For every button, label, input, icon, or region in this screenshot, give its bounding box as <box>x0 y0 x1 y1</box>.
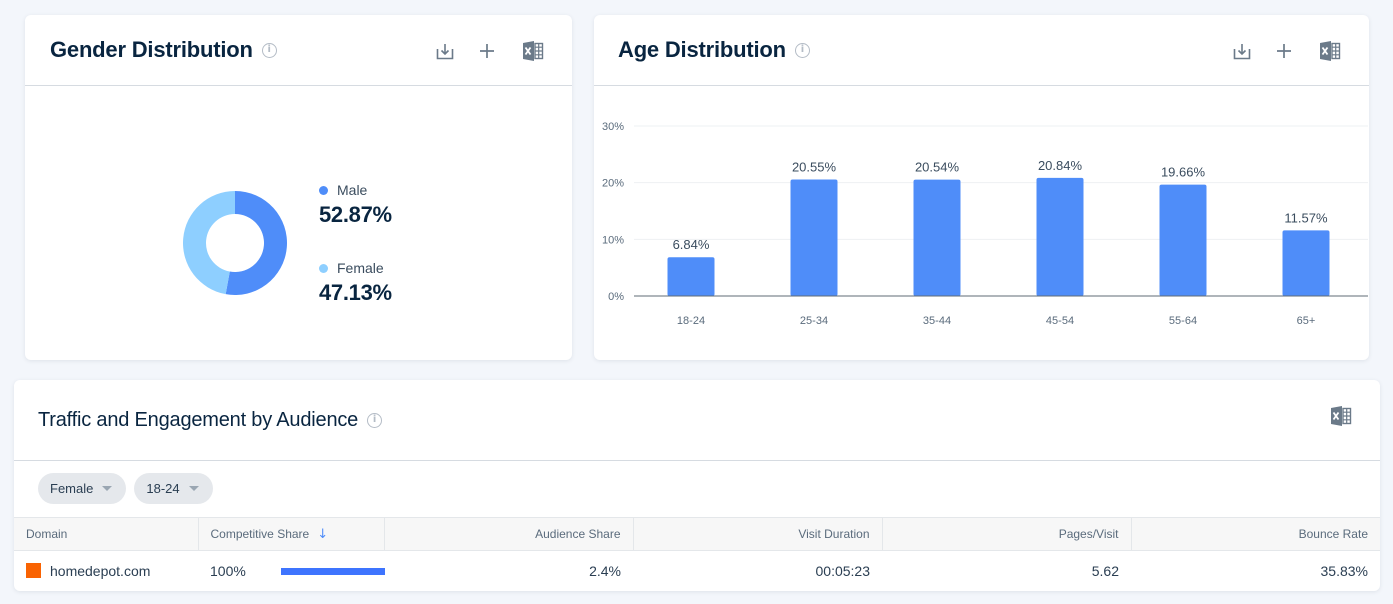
add-to-dashboard-button[interactable] <box>476 40 498 62</box>
traffic-table: Domain Competitive Share ↓ Audience Share… <box>14 517 1380 591</box>
x-tick-label: 35-44 <box>923 315 951 327</box>
male-legend-label: Male <box>337 182 368 198</box>
traffic-engagement-card: Traffic and Engagement by Audience i Fem… <box>14 380 1380 591</box>
domain-link[interactable]: homedepot.com <box>50 563 150 579</box>
export-excel-button[interactable] <box>1319 40 1341 62</box>
competitive-share-cell: 100% <box>198 551 385 591</box>
traffic-card-title: Traffic and Engagement by Audience <box>38 408 359 431</box>
column-header-competitive-share[interactable]: Competitive Share ↓ <box>198 517 385 551</box>
bar-35-44[interactable] <box>913 179 961 296</box>
gender-distribution-card: Gender Distribution i Male 52.87% Female… <box>25 15 572 360</box>
visit-duration-cell: 00:05:23 <box>815 562 871 579</box>
gender-card-actions <box>434 15 544 86</box>
traffic-card-header: Traffic and Engagement by Audience i <box>14 380 1380 461</box>
gender-donut-chart <box>183 191 287 295</box>
y-tick-label: 20% <box>602 178 624 190</box>
excel-icon <box>1331 405 1352 426</box>
age-card-header: Age Distribution i <box>594 15 1369 86</box>
excel-icon <box>1320 40 1341 61</box>
bar-25-34[interactable] <box>790 179 838 296</box>
female-legend-label: Female <box>337 260 384 276</box>
column-header-audience-share[interactable]: Audience Share <box>384 517 634 551</box>
gender-card-title: Gender Distribution <box>50 37 253 62</box>
legend-item-female: Female 47.13% <box>319 260 392 306</box>
y-tick-label: 0% <box>608 291 624 303</box>
export-excel-button[interactable] <box>1330 405 1352 427</box>
bounce-rate-cell: 35.83% <box>1320 562 1368 579</box>
donut-slice-female[interactable] <box>183 191 235 295</box>
column-header-domain[interactable]: Domain <box>14 517 199 551</box>
plus-icon <box>480 43 494 58</box>
bar-55-64[interactable] <box>1159 184 1207 296</box>
bar-45-54[interactable] <box>1036 177 1084 296</box>
sort-descending-icon[interactable]: ↓ <box>317 527 328 542</box>
bar-value-label: 20.55% <box>792 160 837 175</box>
traffic-card-actions <box>1330 380 1352 451</box>
competitive-share-bar <box>280 567 385 575</box>
plus-icon <box>1277 43 1291 58</box>
homedepot-favicon-icon <box>26 562 41 578</box>
info-icon[interactable]: i <box>367 412 383 428</box>
bar-value-label: 20.54% <box>915 160 960 175</box>
download-icon <box>1233 43 1251 59</box>
pages-per-visit-cell: 5.62 <box>1091 562 1119 579</box>
download-button[interactable] <box>1231 40 1253 62</box>
table-row: homedepot.com 100% 2.4% 00:05:23 5.62 35… <box>14 551 1380 591</box>
competitive-share-bar-fill <box>280 567 385 575</box>
bar-value-label: 20.84% <box>1038 158 1083 173</box>
gender-filter-value: Female <box>50 481 94 496</box>
add-to-dashboard-button[interactable] <box>1273 40 1295 62</box>
column-header-bounce-rate[interactable]: Bounce Rate <box>1131 517 1380 551</box>
bar-value-label: 6.84% <box>673 237 710 252</box>
gender-filter-dropdown[interactable]: Female <box>38 473 127 504</box>
age-card-actions <box>1231 15 1341 86</box>
y-tick-label: 10% <box>602 234 624 246</box>
audience-share-cell: 2.4% <box>589 562 621 579</box>
audience-filters: Female 18-24 <box>38 473 213 504</box>
bar-65+[interactable] <box>1282 230 1330 296</box>
age-distribution-card: Age Distribution i 0% 10% 20% 30% 6.84% … <box>594 15 1369 360</box>
x-tick-label: 55-64 <box>1169 315 1197 327</box>
bar-value-label: 19.66% <box>1161 165 1206 180</box>
male-percentage: 52.87% <box>319 202 392 227</box>
excel-icon <box>523 40 544 61</box>
y-tick-label: 30% <box>602 121 624 133</box>
caret-down-icon <box>188 486 199 491</box>
download-button[interactable] <box>434 40 456 62</box>
legend-item-male: Male 52.87% <box>319 182 392 228</box>
column-header-pages-per-visit[interactable]: Pages/Visit <box>882 517 1132 551</box>
column-header-visit-duration[interactable]: Visit Duration <box>633 517 883 551</box>
x-tick-label: 18-24 <box>677 315 705 327</box>
download-icon <box>436 43 454 59</box>
age-filter-dropdown[interactable]: 18-24 <box>134 473 213 504</box>
female-percentage: 47.13% <box>319 280 392 305</box>
gender-card-header: Gender Distribution i <box>25 15 572 86</box>
x-tick-label: 45-54 <box>1046 315 1074 327</box>
bar-value-label: 11.57% <box>1284 210 1328 225</box>
female-legend-dot <box>319 263 328 273</box>
table-header-row: Domain Competitive Share ↓ Audience Share… <box>14 517 1380 551</box>
age-card-title: Age Distribution <box>618 37 786 62</box>
male-legend-dot <box>319 185 328 195</box>
x-tick-label: 25-34 <box>800 315 828 327</box>
age-filter-value: 18-24 <box>146 481 180 496</box>
info-icon[interactable]: i <box>261 42 277 58</box>
export-excel-button[interactable] <box>522 40 544 62</box>
domain-cell[interactable]: homedepot.com <box>14 551 198 591</box>
age-bar-chart: 0% 10% 20% 30% 6.84% 18-24 20.55% 25-34 20.54% 35… <box>602 121 1368 327</box>
caret-down-icon <box>102 486 113 491</box>
bar-18-24[interactable] <box>667 257 715 296</box>
info-icon[interactable]: i <box>794 42 810 58</box>
x-tick-label: 65+ <box>1297 315 1316 327</box>
